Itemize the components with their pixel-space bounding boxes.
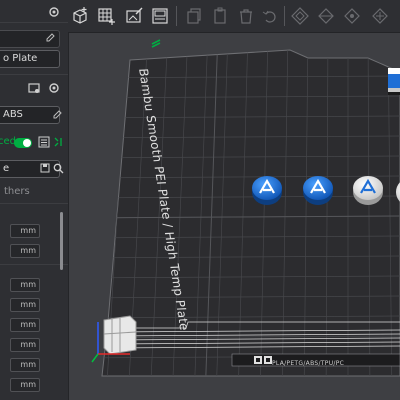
value-field[interactable]: mm xyxy=(10,358,40,372)
arrange-icon[interactable] xyxy=(342,6,362,26)
build-plate-view[interactable] xyxy=(68,32,400,400)
tab-others[interactable]: thers xyxy=(4,186,30,197)
model-object[interactable] xyxy=(388,68,400,95)
unit: mm xyxy=(20,320,36,329)
left-sidebar: o Plate ABS ced e thers mm mm mm mm mm m… xyxy=(0,0,69,400)
undo-icon[interactable] xyxy=(260,6,280,26)
value-field[interactable]: mm xyxy=(10,378,40,392)
value-field[interactable]: mm xyxy=(10,244,40,258)
toolbar-divider xyxy=(284,6,285,26)
value-field[interactable]: mm xyxy=(10,278,40,292)
unit: mm xyxy=(20,340,36,349)
sidebar-scrollbar[interactable] xyxy=(60,212,63,270)
unit: mm xyxy=(20,380,36,389)
grid-layout-icon[interactable] xyxy=(96,6,116,26)
value-field[interactable]: mm xyxy=(10,338,40,352)
orient-icon[interactable] xyxy=(370,6,390,26)
multi-object-icon[interactable] xyxy=(290,6,310,26)
value-field[interactable]: mm xyxy=(10,318,40,332)
plate-layout-icon[interactable] xyxy=(150,6,170,26)
process-preset-field[interactable]: e xyxy=(0,160,60,178)
copy-icon[interactable] xyxy=(184,6,204,26)
settings-icon[interactable] xyxy=(48,6,60,18)
unit: mm xyxy=(20,246,36,255)
save-icon[interactable] xyxy=(40,163,50,173)
delete-icon[interactable] xyxy=(236,6,256,26)
search-icon[interactable] xyxy=(53,163,64,174)
list-icon[interactable] xyxy=(38,136,50,148)
model-object[interactable] xyxy=(353,176,383,205)
compare-icon[interactable] xyxy=(53,136,64,148)
plate-type-field[interactable]: o Plate xyxy=(0,50,60,68)
value-field[interactable]: mm xyxy=(10,224,40,238)
advanced-toggle[interactable] xyxy=(14,138,32,148)
divider xyxy=(0,203,68,204)
process-preset-value: e xyxy=(3,163,10,174)
edit-image-icon[interactable] xyxy=(124,6,144,26)
divider xyxy=(0,264,68,265)
unit: mm xyxy=(20,280,36,289)
divider xyxy=(0,74,68,75)
edit-icon[interactable] xyxy=(45,33,55,43)
filament-field[interactable]: ABS xyxy=(0,106,60,124)
plate-compatibility-label: PLA/PETG/ABS/TPU/PC xyxy=(272,360,345,367)
filament-settings-icon[interactable] xyxy=(28,82,40,94)
divider xyxy=(0,22,68,23)
plate-type-value: o Plate xyxy=(3,53,38,64)
split-icon[interactable] xyxy=(316,6,336,26)
unit: mm xyxy=(20,360,36,369)
add-cube-icon[interactable] xyxy=(70,6,90,26)
unit: mm xyxy=(20,300,36,309)
model-object[interactable] xyxy=(303,176,333,205)
paste-icon[interactable] xyxy=(210,6,230,26)
edit-icon[interactable] xyxy=(52,110,62,120)
unit: mm xyxy=(20,226,36,235)
bambu-logo-icon xyxy=(151,39,161,48)
top-toolbar xyxy=(68,0,400,33)
value-field[interactable]: mm xyxy=(10,298,40,312)
toolbar-divider xyxy=(176,6,177,26)
filament-value: ABS xyxy=(3,109,23,120)
model-object[interactable] xyxy=(252,176,282,205)
printer-field[interactable] xyxy=(0,30,60,48)
gear-icon[interactable] xyxy=(48,82,60,94)
